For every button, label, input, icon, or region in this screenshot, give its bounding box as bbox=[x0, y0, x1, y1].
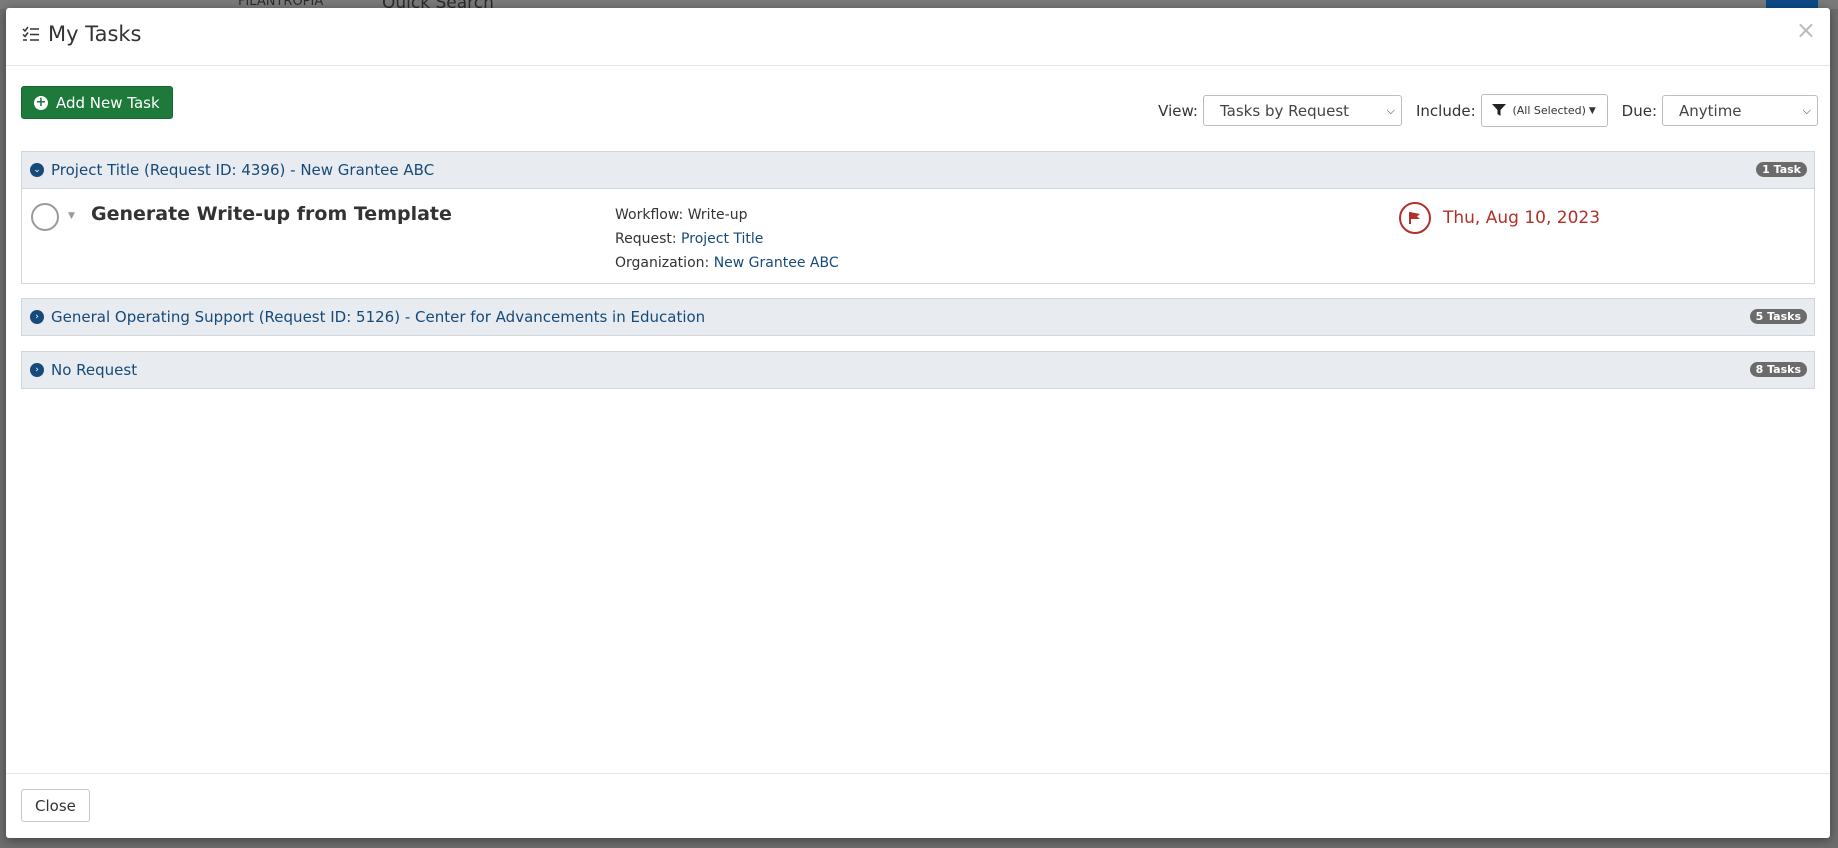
chevron-right-circle-icon[interactable]: › bbox=[30, 363, 44, 377]
request-group-title: No Request bbox=[51, 361, 138, 379]
request-group-header[interactable]: › General Operating Support (Request ID:… bbox=[22, 299, 1814, 335]
chevron-down-icon: ⌵ bbox=[1386, 103, 1395, 117]
organization-link[interactable]: New Grantee ABC bbox=[714, 255, 839, 271]
toolbar: + Add New Task View: Tasks by Request ⌵ … bbox=[6, 66, 1830, 146]
close-icon[interactable]: × bbox=[1796, 18, 1816, 42]
plus-circle-icon: + bbox=[34, 94, 48, 110]
task-meta: Workflow: Write-up Request: Project Titl… bbox=[615, 203, 839, 275]
include-label: Include: bbox=[1416, 101, 1476, 120]
request-group: › General Operating Support (Request ID:… bbox=[21, 298, 1815, 336]
filter-bar: View: Tasks by Request ⌵ Include: (All S… bbox=[1158, 94, 1818, 127]
caret-down-icon[interactable]: ▼ bbox=[68, 211, 75, 221]
caret-down-icon: ▼ bbox=[1588, 105, 1596, 116]
workflow-line: Workflow: Write-up bbox=[615, 203, 839, 227]
view-select[interactable]: Tasks by Request ⌵ bbox=[1203, 95, 1402, 126]
request-group: ⌄ Project Title (Request ID: 4396) - New… bbox=[21, 151, 1815, 284]
close-button[interactable]: Close bbox=[21, 789, 90, 822]
chevron-down-circle-icon[interactable]: ⌄ bbox=[30, 163, 44, 177]
modal-header: My Tasks × bbox=[6, 8, 1830, 66]
chevron-down-icon: ⌵ bbox=[1802, 103, 1811, 117]
due-select[interactable]: Anytime ⌵ bbox=[1662, 95, 1818, 126]
request-group: › No Request 8 Tasks bbox=[21, 351, 1815, 389]
add-new-task-label: Add New Task bbox=[56, 93, 160, 112]
workflow-label: Workflow: bbox=[615, 207, 684, 223]
organization-line: Organization: New Grantee ABC bbox=[615, 251, 839, 275]
task-title[interactable]: Generate Write-up from Template bbox=[91, 203, 452, 225]
chevron-right-circle-icon[interactable]: › bbox=[30, 310, 44, 324]
organization-label: Organization: bbox=[615, 255, 710, 271]
task-due-date: Thu, Aug 10, 2023 bbox=[1443, 208, 1601, 228]
request-link[interactable]: Project Title bbox=[681, 231, 763, 247]
request-group-header[interactable]: ⌄ Project Title (Request ID: 4396) - New… bbox=[22, 152, 1814, 188]
modal-title: My Tasks bbox=[22, 22, 142, 46]
task-count-badge: 5 Tasks bbox=[1749, 309, 1807, 324]
include-filter-value: (All Selected) bbox=[1512, 104, 1586, 117]
task-count-badge: 8 Tasks bbox=[1749, 362, 1807, 377]
complete-task-circle-icon[interactable] bbox=[31, 203, 59, 231]
due-label: Due: bbox=[1621, 101, 1657, 120]
task-count-badge: 1 Task bbox=[1756, 162, 1807, 177]
request-group-header[interactable]: › No Request 8 Tasks bbox=[22, 352, 1814, 388]
my-tasks-modal: My Tasks × + Add New Task View: Tasks by… bbox=[6, 8, 1830, 838]
due-select-value: Anytime bbox=[1679, 101, 1742, 120]
view-label: View: bbox=[1158, 101, 1198, 120]
include-filter-button[interactable]: (All Selected) ▼ bbox=[1480, 94, 1608, 127]
flag-icon bbox=[1399, 202, 1431, 234]
request-line: Request: Project Title bbox=[615, 227, 839, 251]
view-select-value: Tasks by Request bbox=[1220, 101, 1350, 120]
task-row: ▼ Generate Write-up from Template Workfl… bbox=[22, 188, 1814, 283]
modal-footer: Close bbox=[6, 773, 1830, 838]
task-list-icon bbox=[22, 26, 39, 41]
add-new-task-button[interactable]: + Add New Task bbox=[21, 86, 173, 119]
request-group-title: General Operating Support (Request ID: 5… bbox=[51, 308, 706, 326]
request-group-title: Project Title (Request ID: 4396) - New G… bbox=[51, 161, 435, 179]
request-label: Request: bbox=[615, 231, 677, 247]
modal-title-text: My Tasks bbox=[48, 22, 142, 46]
task-due: Thu, Aug 10, 2023 bbox=[1399, 202, 1600, 234]
funnel-icon bbox=[1492, 104, 1507, 116]
workflow-value: Write-up bbox=[687, 207, 748, 223]
